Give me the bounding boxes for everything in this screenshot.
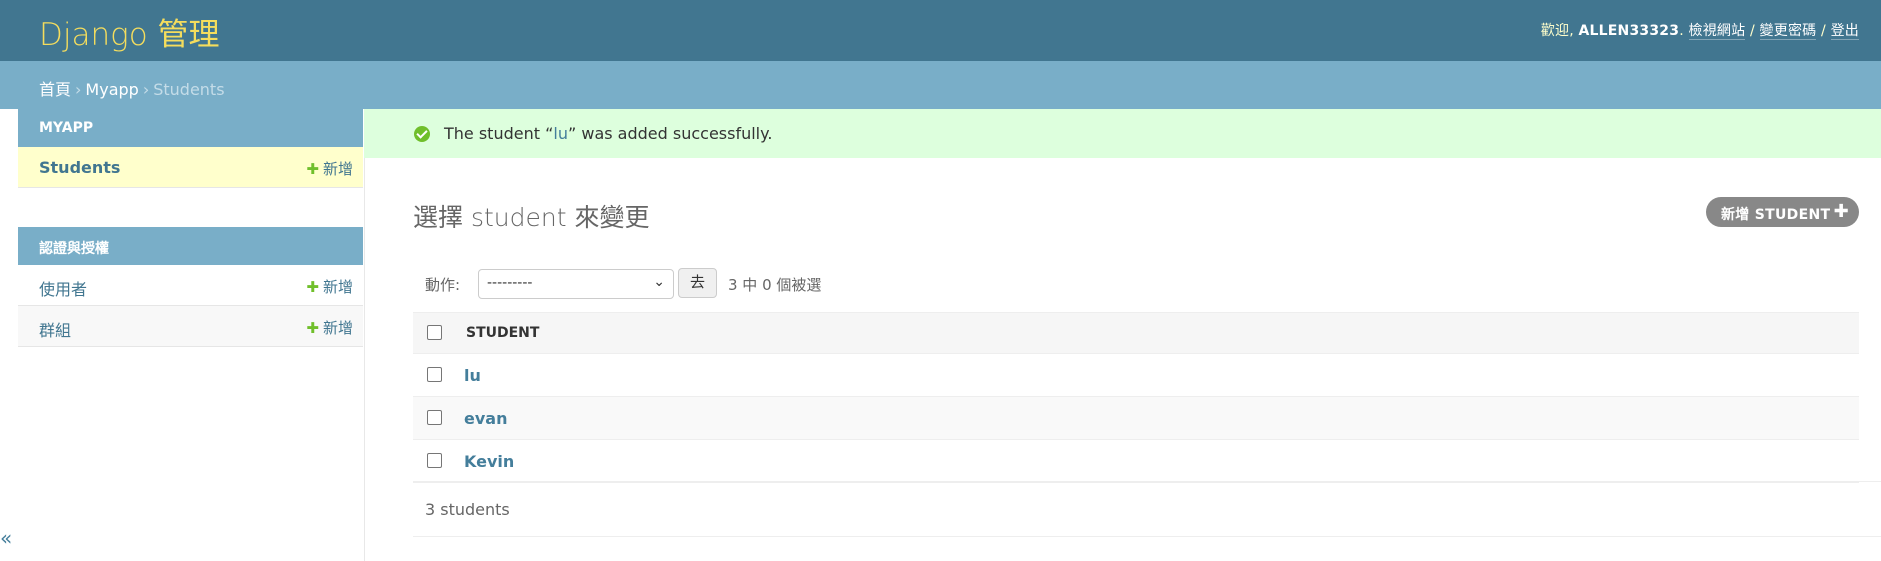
module-caption-myapp[interactable]: MYAPP <box>18 109 363 147</box>
view-site-link[interactable]: 檢視網站 <box>1688 23 1746 40</box>
module-caption-auth[interactable]: 認證與授權 <box>18 227 363 265</box>
row-checkbox[interactable] <box>427 453 442 468</box>
add-students-link[interactable]: ✚ 新增 <box>306 158 353 179</box>
row-checkbox[interactable] <box>427 410 442 425</box>
plus-icon: ✚ <box>1833 201 1849 222</box>
plus-icon: ✚ <box>306 319 319 337</box>
breadcrumb-current: Students <box>153 80 225 99</box>
student-link[interactable]: evan <box>464 409 507 428</box>
go-button[interactable]: 去 <box>678 268 717 298</box>
success-check-icon <box>414 126 430 142</box>
separator: / <box>1821 23 1826 39</box>
breadcrumb-app-link[interactable]: Myapp <box>85 80 138 99</box>
table-header: STUDENT <box>413 312 1859 354</box>
table-row: lu <box>413 354 1859 397</box>
sidebar-item-label[interactable]: 群組 <box>39 317 71 341</box>
plus-icon: ✚ <box>306 278 319 296</box>
breadcrumb-separator: › <box>75 80 82 99</box>
module-caption-label: 認證與授權 <box>39 241 109 257</box>
breadcrumb: 首頁 › Myapp › Students <box>0 61 1881 109</box>
site-brand[interactable]: Django 管理 <box>39 9 220 54</box>
logout-link[interactable]: 登出 <box>1830 23 1859 40</box>
add-groups-link[interactable]: ✚ 新增 <box>306 317 353 338</box>
actions-label: 動作: <box>425 276 461 294</box>
action-counter: 3 中 0 個被選 <box>728 276 822 294</box>
sidebar-item-groups: 群組 ✚ 新增 <box>18 306 363 347</box>
action-select-value: --------- <box>487 275 533 291</box>
success-message-text: The student “lu” was added successfully. <box>444 124 772 143</box>
breadcrumb-home-link[interactable]: 首頁 <box>39 80 71 99</box>
sidebar-item-students: Students ✚ 新增 <box>18 147 363 188</box>
add-link-label: 新增 <box>322 278 353 296</box>
user-tools: 歡迎, ALLEN33323. 檢視網站 / 變更密碼 / 登出 <box>1540 23 1859 40</box>
sidebar-item-label[interactable]: Students <box>39 158 120 177</box>
table-row: evan <box>413 397 1859 440</box>
add-student-label: 新增 STUDENT <box>1721 207 1831 223</box>
welcome-text: 歡迎, <box>1540 23 1574 39</box>
result-count: 3 students <box>425 500 510 519</box>
sidebar-item-users: 使用者 ✚ 新增 <box>18 265 363 306</box>
table-row: Kevin <box>413 440 1859 483</box>
added-object-link[interactable]: lu <box>553 124 568 143</box>
success-message: The student “lu” was added successfully. <box>364 109 1881 158</box>
site-header: Django 管理 歡迎, ALLEN33323. 檢視網站 / 變更密碼 / … <box>0 0 1881 61</box>
row-checkbox[interactable] <box>427 367 442 382</box>
plus-icon: ✚ <box>306 160 319 178</box>
paginator: 3 students <box>413 481 1881 537</box>
add-link-label: 新增 <box>322 160 353 178</box>
nav-sidebar: MYAPP Students ✚ 新增 認證與授權 使用者 ✚ 新增 群組 ✚ 新增 <box>18 109 365 561</box>
select-all-checkbox[interactable] <box>427 325 442 340</box>
module-caption-label: MYAPP <box>39 120 94 136</box>
add-users-link[interactable]: ✚ 新增 <box>306 276 353 297</box>
page-title: 選擇 student 來變更 <box>413 203 650 232</box>
add-link-label: 新增 <box>322 319 353 337</box>
chevron-down-icon: ⌄ <box>653 274 665 290</box>
sidebar-collapse-button[interactable]: « <box>0 526 12 550</box>
message-prefix: The student “ <box>444 124 554 143</box>
add-student-button[interactable]: 新增 STUDENT ✚ <box>1706 197 1859 227</box>
column-header-student[interactable]: STUDENT <box>466 325 539 341</box>
username: ALLEN33323 <box>1578 23 1680 39</box>
sidebar-item-label[interactable]: 使用者 <box>39 276 87 300</box>
change-password-link[interactable]: 變更密碼 <box>1759 23 1817 40</box>
separator: / <box>1749 23 1755 39</box>
breadcrumb-separator: › <box>142 80 150 99</box>
action-select[interactable]: --------- ⌄ <box>478 269 674 299</box>
student-link[interactable]: lu <box>464 366 481 385</box>
student-link[interactable]: Kevin <box>464 452 514 471</box>
message-suffix: ” was added successfully. <box>567 124 773 143</box>
